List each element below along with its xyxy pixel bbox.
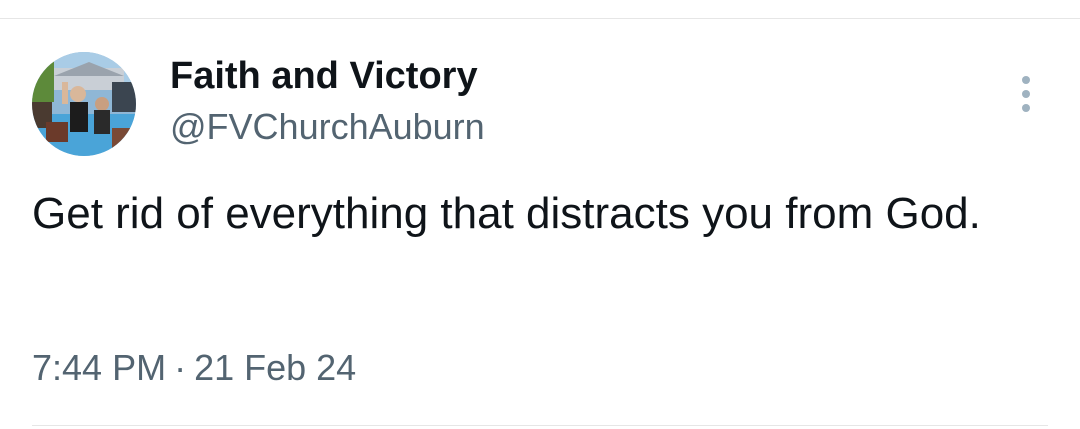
tweet-time: 7:44 PM <box>32 347 167 388</box>
tweet-timestamp[interactable]: 7:44 PM · 21 Feb 24 <box>32 346 356 390</box>
more-options-icon[interactable] <box>1006 72 1046 116</box>
tweet-date: 21 Feb 24 <box>194 347 357 388</box>
meta-separator: · <box>174 347 187 388</box>
tweet-card[interactable]: Faith and Victory @FVChurchAuburn Get ri… <box>0 0 1080 429</box>
top-divider <box>0 18 1080 19</box>
dot <box>1022 104 1030 112</box>
bottom-divider <box>32 425 1048 426</box>
dot <box>1022 76 1030 84</box>
author-display-name[interactable]: Faith and Victory <box>170 54 478 98</box>
author-handle[interactable]: @FVChurchAuburn <box>170 106 485 148</box>
tweet-text: Get rid of everything that distracts you… <box>32 189 981 238</box>
dot <box>1022 90 1030 98</box>
author-avatar[interactable] <box>32 52 136 156</box>
avatar-photo-icon <box>32 52 136 156</box>
